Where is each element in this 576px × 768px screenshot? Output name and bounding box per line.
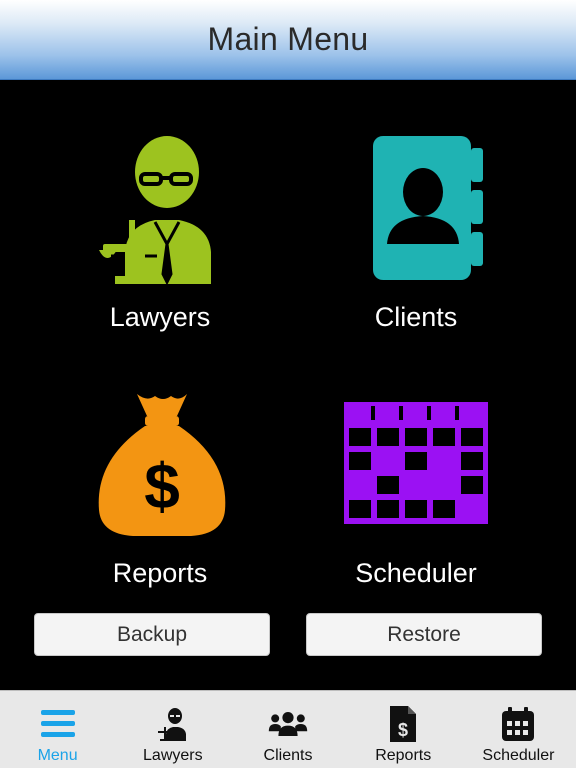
page-title: Main Menu (207, 21, 369, 57)
reports-tile[interactable]: $ Reports (40, 390, 280, 600)
clients-tile[interactable]: Clients (296, 134, 536, 344)
bottom-tab-bar: Menu Lawyers Clients $ Reports Scheduler (0, 690, 576, 768)
calendar-icon (336, 390, 496, 540)
lawyer-icon (80, 134, 240, 284)
money-bag-icon: $ (80, 390, 240, 540)
tab-clients[interactable]: Clients (230, 691, 345, 768)
reports-label: Reports (112, 558, 208, 588)
contact-book-icon (336, 134, 496, 284)
lawyers-label: Lawyers (109, 302, 211, 332)
scheduler-tile[interactable]: Scheduler (296, 390, 536, 600)
group-icon (268, 705, 308, 743)
tab-clients-label: Clients (263, 747, 313, 764)
tab-menu[interactable]: Menu (0, 691, 115, 768)
header-bar: Main Menu (0, 0, 576, 80)
tab-reports[interactable]: $ Reports (346, 691, 461, 768)
hamburger-menu-icon (38, 705, 78, 743)
scheduler-label: Scheduler (355, 558, 477, 588)
lawyers-tile[interactable]: Lawyers (40, 134, 280, 344)
tab-lawyers-label: Lawyers (143, 747, 203, 764)
clients-label: Clients (374, 302, 458, 332)
report-document-icon: $ (383, 705, 423, 743)
tab-menu-label: Menu (37, 747, 78, 764)
tab-reports-label: Reports (375, 747, 432, 764)
tab-scheduler-label: Scheduler (482, 747, 555, 764)
lawyer-icon (153, 705, 193, 743)
calendar-icon (498, 705, 538, 743)
backup-button[interactable]: Backup (34, 613, 270, 656)
restore-button[interactable]: Restore (306, 613, 542, 656)
svg-text:$: $ (144, 450, 180, 522)
tab-scheduler[interactable]: Scheduler (461, 691, 576, 768)
tab-lawyers[interactable]: Lawyers (115, 691, 230, 768)
svg-text:$: $ (398, 720, 408, 740)
